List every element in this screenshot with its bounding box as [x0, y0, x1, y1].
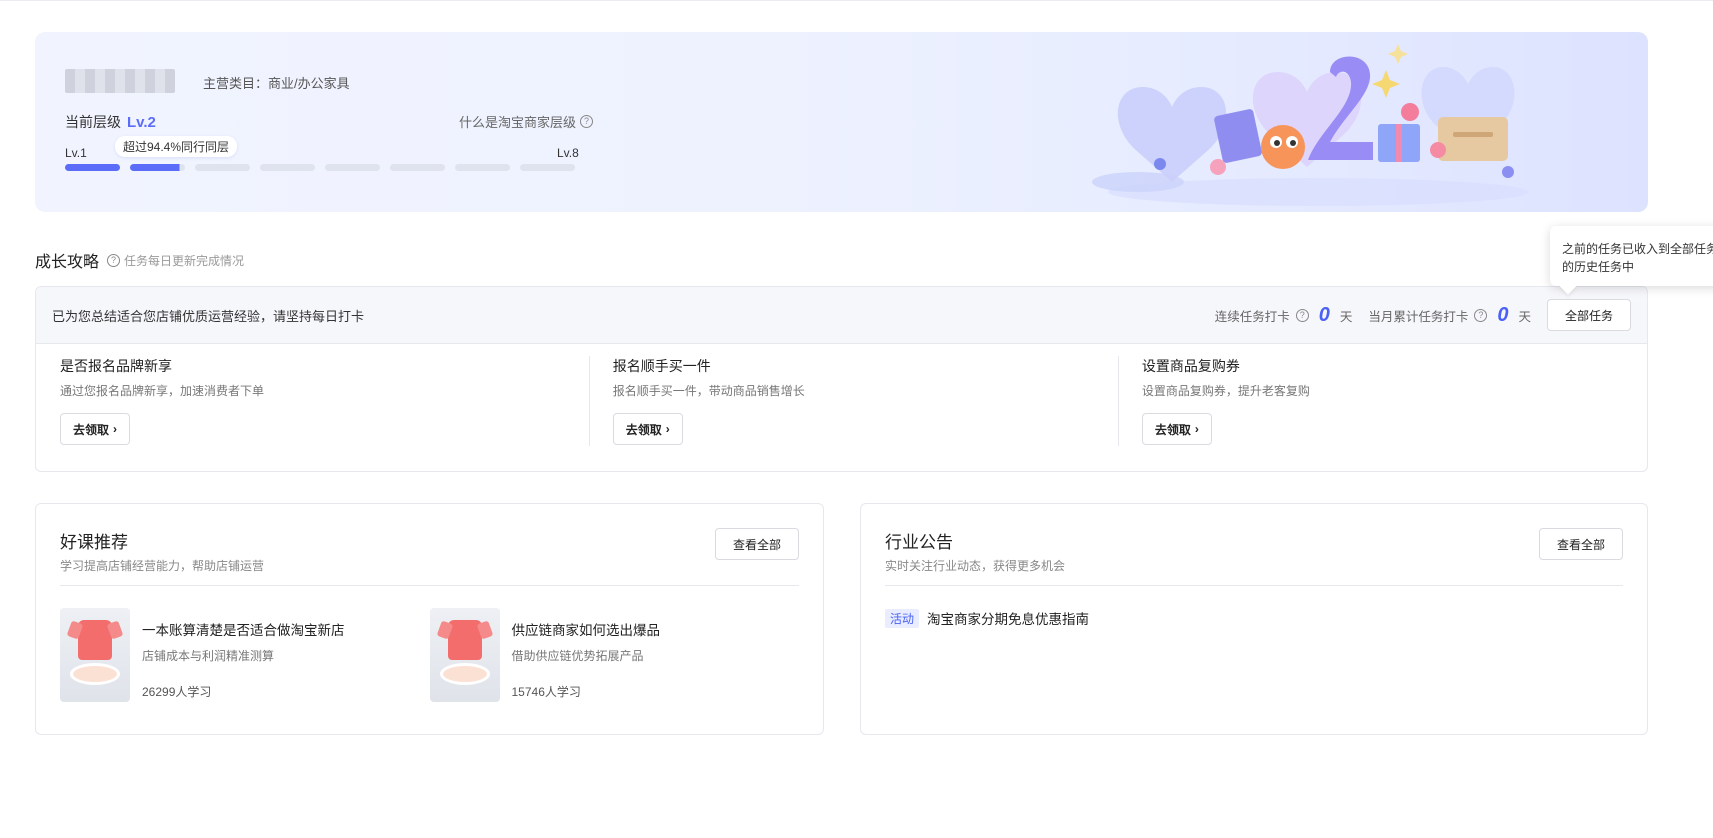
news-card-titles: 行业公告 实时关注行业动态，获得更多机会 [885, 528, 1065, 574]
view-all-news-button[interactable]: 查看全部 [1539, 528, 1623, 560]
claim-button-label: 去领取 [625, 422, 662, 437]
claim-button[interactable]: 去领取 › [1141, 413, 1212, 445]
level-segment [130, 164, 185, 171]
task-desc: 通过您报名品牌新享，加速消费者下单 [60, 384, 265, 398]
level-segment [195, 164, 250, 171]
claim-button-label: 去领取 [1154, 422, 1191, 437]
level-segment [520, 164, 575, 171]
current-level-label: 当前层级 [65, 114, 121, 130]
claim-button-label: 去领取 [72, 422, 109, 437]
course-title: 供应链商家如何选出爆品 [511, 623, 661, 638]
question-icon[interactable]: ? [1474, 308, 1488, 322]
growth-subtitle: ? 任务每日更新完成情况 [107, 252, 244, 269]
monthly-label: 当月累计任务打卡 [1368, 309, 1469, 324]
shop-name-blurred [65, 69, 175, 93]
task-card-header: 已为您总结适合您店铺优质运营经验，请坚持每日打卡 连续任务打卡 ? 0 天 当月… [36, 287, 1647, 344]
current-level: 当前层级 Lv.2 [65, 112, 156, 132]
chevron-right-icon: › [113, 422, 117, 436]
chevron-right-icon: › [1194, 422, 1199, 436]
question-icon[interactable]: ? [1295, 308, 1309, 322]
task-card: 已为您总结适合您店铺优质运营经验，请坚持每日打卡 连续任务打卡 ? 0 天 当月… [35, 286, 1648, 472]
streak-stat: 连续任务打卡 ? 0 天 [1215, 304, 1353, 327]
claim-button[interactable]: 去领取 › [60, 413, 130, 445]
course-card-header: 好课推荐 学习提高店铺经营能力，帮助店铺运营 查看全部 [60, 528, 799, 586]
monthly-stat: 当月累计任务打卡 ? 0 天 [1368, 304, 1531, 327]
task-item: 设置商品复购券 设置商品复购券，提升老客复购 去领取 › [1117, 356, 1647, 446]
streak-value: 0 [1318, 303, 1330, 326]
task-name: 报名顺手买一件 [612, 358, 711, 374]
course-card-titles: 好课推荐 学习提高店铺经营能力，帮助店铺运营 [60, 528, 264, 574]
top-divider [0, 0, 1713, 1]
news-card-title: 行业公告 [885, 533, 953, 552]
task-desc: 报名顺手买一件，带动商品销售增长 [612, 384, 805, 398]
news-tag: 活动 [885, 608, 920, 628]
tasks-tooltip: 之前的任务已收入到全部任务的历史任务中 [1550, 226, 1713, 286]
task-desc: 设置商品复购券，提升老客复购 [1141, 384, 1310, 398]
news-item[interactable]: 活动 淘宝商家分期免息优惠指南 [885, 608, 1623, 628]
course-card: 好课推荐 学习提高店铺经营能力，帮助店铺运营 查看全部 一本账算清楚是否适合做淘… [35, 503, 824, 735]
course-thumbnail [429, 608, 500, 702]
level-progress-bar [65, 164, 575, 171]
course-item[interactable]: 供应链商家如何选出爆品 借助供应链优势拓展产品 15746人学习 [429, 608, 800, 702]
task-name: 是否报名品牌新享 [60, 358, 172, 374]
level-segment [325, 164, 380, 171]
level-start-label: Lv.1 [65, 146, 87, 160]
task-name: 设置商品复购券 [1141, 358, 1240, 374]
course-item[interactable]: 一本账算清楚是否适合做淘宝新店 店铺成本与利润精准测算 26299人学习 [60, 608, 430, 702]
course-list: 一本账算清楚是否适合做淘宝新店 店铺成本与利润精准测算 26299人学习 供应链… [60, 608, 799, 702]
course-info: 一本账算清楚是否适合做淘宝新店 店铺成本与利润精准测算 26299人学习 [142, 608, 345, 702]
question-icon: ? [580, 115, 593, 128]
level-segment [65, 164, 120, 171]
course-learners: 26299人学习 [142, 685, 212, 699]
level-end-label: Lv.8 [557, 146, 579, 160]
level-help-text: 什么是淘宝商家层级 [458, 115, 576, 130]
task-item: 报名顺手买一件 报名顺手买一件，带动商品销售增长 去领取 › [588, 356, 1118, 446]
course-thumbnail [60, 608, 130, 702]
monthly-value: 0 [1497, 303, 1509, 326]
course-card-subtitle: 学习提高店铺经营能力，帮助店铺运营 [60, 559, 265, 573]
task-list: 是否报名品牌新享 通过您报名品牌新享，加速消费者下单 去领取 › 报名顺手买一件 … [36, 344, 1647, 446]
main-category: 主营类目：商业/办公家具 [203, 76, 350, 91]
news-card: 行业公告 实时关注行业动态，获得更多机会 查看全部 活动 淘宝商家分期免息优惠指… [860, 503, 1648, 735]
news-card-subtitle: 实时关注行业动态，获得更多机会 [885, 559, 1066, 573]
growth-subtitle-text: 任务每日更新完成情况 [124, 253, 245, 268]
view-all-courses-button[interactable]: 查看全部 [715, 528, 799, 560]
streak-unit: 天 [1339, 309, 1353, 324]
monthly-unit: 天 [1518, 309, 1531, 324]
level-segment [390, 164, 445, 171]
chevron-right-icon: › [665, 422, 670, 436]
level-banner: 主营类目：商业/办公家具 当前层级 Lv.2 什么是淘宝商家层级 ? Lv.1 L… [35, 32, 1648, 212]
course-subtitle: 借助供应链优势拓展产品 [511, 649, 644, 663]
news-text: 淘宝商家分期免息优惠指南 [927, 612, 1090, 627]
course-title: 一本账算清楚是否适合做淘宝新店 [142, 623, 345, 638]
level-help-link[interactable]: 什么是淘宝商家层级 ? [459, 112, 593, 131]
growth-title: 成长攻略 [35, 254, 100, 271]
course-subtitle: 店铺成本与利润精准测算 [142, 649, 275, 663]
course-learners: 15746人学习 [511, 685, 581, 699]
course-info: 供应链商家如何选出爆品 借助供应链优势拓展产品 15746人学习 [512, 608, 661, 702]
task-item: 是否报名品牌新享 通过您报名品牌新享，加速消费者下单 去领取 › [60, 356, 589, 445]
question-icon: ? [107, 253, 121, 267]
streak-label: 连续任务打卡 [1214, 309, 1290, 324]
growth-section-header: 成长攻略 ? 任务每日更新完成情况 [35, 248, 244, 272]
progress-bubble: 超过94.4%同行同层 [115, 136, 238, 157]
claim-button[interactable]: 去领取 › [612, 413, 683, 445]
level-segment [260, 164, 315, 171]
course-card-title: 好课推荐 [60, 533, 128, 552]
news-card-header: 行业公告 实时关注行业动态，获得更多机会 查看全部 [885, 528, 1623, 586]
task-notice: 已为您总结适合您店铺优质运营经验，请坚持每日打卡 [52, 308, 365, 324]
level-2-illustration [1092, 44, 1528, 206]
level-segment [455, 164, 510, 171]
current-level-value: Lv.2 [127, 114, 156, 131]
all-tasks-button[interactable]: 全部任务 [1547, 299, 1631, 331]
